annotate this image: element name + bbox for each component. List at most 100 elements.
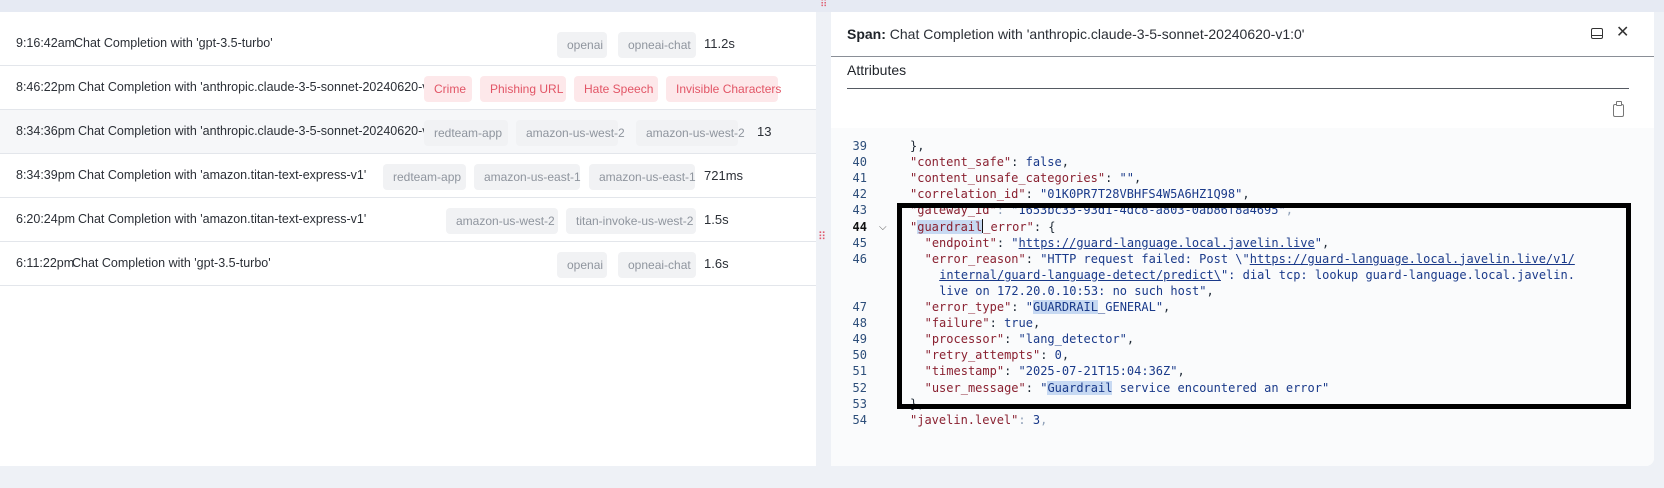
- trace-tag: opneai-chat: [618, 252, 696, 278]
- trace-title: Chat Completion with 'amazon.titan-text-…: [78, 212, 367, 226]
- line-number: 51: [852, 364, 867, 379]
- code-token: ": [1025, 300, 1033, 314]
- code-token: ,: [1061, 155, 1069, 170]
- code-token: service encountered an error": [1112, 380, 1330, 395]
- code-text: "content_safe": false,: [910, 154, 1069, 171]
- code-token: ": [1011, 235, 1019, 250]
- span-detail-panel: Span: Chat Completion with 'anthropic.cl…: [831, 12, 1654, 466]
- code-token: :: [1004, 332, 1019, 347]
- code-line: 49 "processor": "lang_detector",: [831, 331, 1654, 348]
- trace-time: 6:11:22pm: [16, 256, 75, 270]
- span-title: Chat Completion with 'anthropic.claude-3…: [889, 26, 1305, 42]
- code-token: "HTTP request failed: Post \": [1040, 251, 1250, 266]
- trace-tag: amazon-us-east-1: [589, 164, 696, 190]
- code-token: :: [1018, 412, 1033, 427]
- line-number: 42: [852, 187, 867, 202]
- code-line: 53},: [831, 396, 1654, 413]
- code-text: "error_type": "GUARDRAIL_GENERAL",: [925, 299, 1171, 316]
- trace-tag: Invisible Characters: [666, 76, 781, 102]
- horizontal-resize-handle-icon[interactable]: ⠿: [820, 0, 827, 10]
- span-header: Span: Chat Completion with 'anthropic.cl…: [847, 26, 1304, 42]
- trace-tag: Hate Speech: [574, 76, 658, 102]
- code-token: 0: [1054, 348, 1062, 363]
- code-token: ": [1314, 235, 1322, 250]
- code-token: "1653bc33-93d1-4dc8-a803-0ab86f8a4695": [1011, 203, 1286, 218]
- code-token: "2025-07-21T15:04:36Z": [1018, 364, 1178, 379]
- clipboard-icon[interactable]: [1613, 101, 1624, 117]
- close-icon[interactable]: ✕: [1616, 22, 1629, 41]
- trace-tag: opneai-chat: [618, 32, 696, 58]
- code-token: _GENERAL": [1098, 300, 1164, 314]
- trace-tag: redteam-app: [424, 120, 508, 146]
- code-text: "guardrail_error": {: [910, 218, 1056, 236]
- trace-tag: openai: [557, 252, 607, 278]
- trace-tag: amazon-us-west-2: [446, 208, 558, 234]
- code-token: ,: [1032, 316, 1041, 331]
- code-token: "correlation_id": [910, 187, 1026, 202]
- code-token: guardrail: [917, 219, 983, 234]
- code-token: "processor": [924, 332, 1005, 347]
- line-number: 45: [852, 235, 867, 250]
- header-divider: [831, 56, 1654, 57]
- fold-chevron-icon[interactable]: ⌵: [879, 219, 887, 236]
- trace-title: Chat Completion with 'amazon.titan-text-…: [78, 168, 367, 182]
- trace-row[interactable]: 6:20:24pm Chat Completion with 'amazon.ti…: [0, 198, 816, 242]
- code-token: :: [1011, 155, 1026, 170]
- code-token: false: [1025, 155, 1062, 170]
- code-token: ,: [1163, 300, 1171, 314]
- code-token: "failure": [924, 316, 990, 331]
- trace-time: 6:20:24pm: [16, 212, 76, 226]
- trace-duration: 11.2s: [704, 36, 735, 51]
- code-text: "javelin.level": 3,: [910, 412, 1047, 429]
- trace-row[interactable]: 8:34:36pm Chat Completion with 'anthropic…: [0, 110, 816, 154]
- code-line: 45 "endpoint": "https://guard-language.lo…: [831, 235, 1654, 252]
- line-number: 52: [852, 380, 867, 395]
- trace-list-panel: 9:16:42am Chat Completion with 'gpt-3.5-t…: [0, 12, 816, 466]
- code-line: 43 "gateway_id": "1653bc33-93d1-4dc8-a803…: [831, 202, 1654, 219]
- code-token: :: [996, 203, 1012, 218]
- line-number: 43: [852, 203, 867, 218]
- code-line: 54 "javelin.level": 3,: [831, 412, 1654, 429]
- line-number: 41: [852, 171, 867, 186]
- trace-tag: openai: [557, 32, 607, 58]
- code-token: "gateway_id": [910, 203, 997, 218]
- code-token: _error": [983, 219, 1034, 234]
- trace-time: 8:34:36pm: [16, 124, 76, 138]
- trace-row[interactable]: 8:46:22pm Chat Completion with 'anthropic…: [0, 66, 816, 110]
- code-token[interactable]: https://guard-language.local.javelin.liv…: [1019, 236, 1315, 250]
- code-text: "retry_attempts": 0,: [925, 347, 1070, 364]
- code-token: ,: [1040, 412, 1048, 427]
- trace-time: 8:34:39pm: [16, 168, 76, 182]
- trace-row[interactable]: 9:16:42am Chat Completion with 'gpt-3.5-t…: [0, 22, 816, 66]
- trace-title: Chat Completion with 'gpt-3.5-turbo': [74, 36, 273, 50]
- trace-duration: 721ms: [704, 168, 744, 183]
- code-token[interactable]: https://guard-language.local.javelin.liv…: [1250, 252, 1575, 266]
- code-token: "endpoint": [924, 235, 997, 250]
- code-token: :: [1004, 364, 1019, 379]
- code-token: Guardrail: [1047, 380, 1113, 395]
- trace-row[interactable]: 8:34:39pm Chat Completion with 'amazon.ti…: [0, 154, 816, 198]
- code-token: "": [1119, 171, 1134, 186]
- json-code-viewer[interactable]: 39}, 40 "content_safe": false, 41 "content_u…: [831, 128, 1654, 466]
- code-line: 50 "retry_attempts": 0,: [831, 347, 1654, 364]
- trace-row[interactable]: 6:11:22pm Chat Completion with 'gpt-3.5-t…: [0, 242, 816, 286]
- trace-duration: 1.5s: [704, 212, 729, 227]
- code-text: "failure": true,: [925, 315, 1041, 332]
- code-line: 48 "failure": true,: [831, 315, 1654, 332]
- code-line: 46 "error_reason": "HTTP request failed: …: [831, 251, 1654, 268]
- code-text: live on 172.20.0.10:53: no such host",: [939, 283, 1214, 300]
- trace-title: Chat Completion with 'anthropic.claude-3…: [78, 80, 449, 94]
- vertical-resize-handle-icon[interactable]: ⠿: [818, 231, 826, 243]
- code-token: ,: [1285, 203, 1293, 218]
- trace-tag: redteam-app: [383, 164, 466, 190]
- code-token: "01K0PR7T28VBHFS4W5A6HZ1Q98": [1040, 187, 1243, 202]
- code-token: :: [1025, 251, 1041, 266]
- attributes-divider: [847, 88, 1629, 89]
- code-text: "content_unsafe_categories": "",: [910, 170, 1141, 187]
- code-token[interactable]: internal/guard-language-detect/predict\: [939, 268, 1221, 282]
- dock-bottom-icon[interactable]: [1591, 28, 1603, 39]
- top-split-bar: [0, 0, 1664, 12]
- trace-title: Chat Completion with 'gpt-3.5-turbo': [72, 256, 271, 270]
- code-token: :: [1040, 348, 1055, 363]
- code-token: ,: [1321, 235, 1330, 250]
